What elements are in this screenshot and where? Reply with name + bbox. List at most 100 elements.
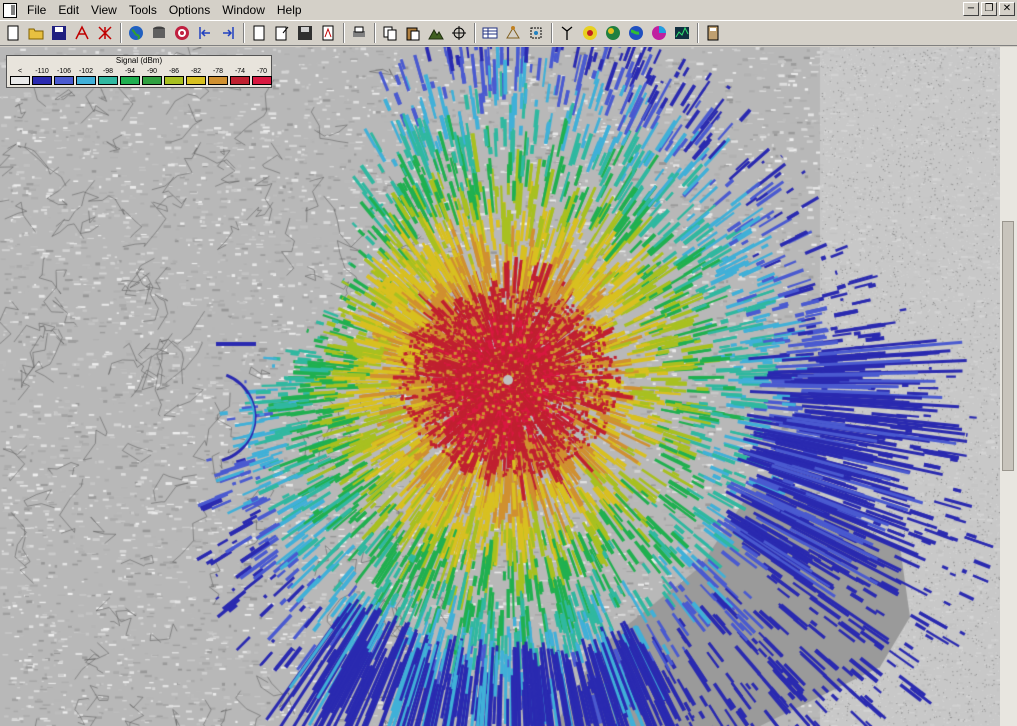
- step-forward-icon: [223, 27, 234, 39]
- table-button[interactable]: [479, 22, 501, 44]
- legend-swatch: [76, 76, 96, 85]
- legend-label: -102: [78, 68, 93, 75]
- coverage-icon: [583, 26, 597, 40]
- legend-label: <: [17, 68, 23, 75]
- spectrum-button[interactable]: [671, 22, 693, 44]
- save-button[interactable]: [48, 22, 70, 44]
- network-button[interactable]: [502, 22, 524, 44]
- pie-button[interactable]: [648, 22, 670, 44]
- legend-label: -86: [168, 68, 180, 75]
- legend-swatch: [186, 76, 206, 85]
- step-back-icon: [199, 27, 210, 39]
- draw-path-button[interactable]: [71, 22, 93, 44]
- legend-entry: -82: [185, 67, 207, 85]
- toolbar-separator: [374, 23, 376, 43]
- legend-swatch: [32, 76, 52, 85]
- legend-entry: -86: [163, 67, 185, 85]
- toolbar-separator: [120, 23, 122, 43]
- copy-button[interactable]: [379, 22, 401, 44]
- legend-label: -106: [56, 68, 71, 75]
- print-icon: [353, 26, 365, 37]
- table-icon: [482, 27, 498, 39]
- toolbar-separator: [474, 23, 476, 43]
- menu-options[interactable]: Options: [163, 1, 216, 19]
- open-folder-icon: [28, 28, 44, 40]
- page-edit-icon: [275, 26, 289, 41]
- terrain-button[interactable]: [425, 22, 447, 44]
- menu-file[interactable]: File: [21, 1, 52, 19]
- legend-entry: -74: [229, 67, 251, 85]
- database-icon: [153, 26, 165, 38]
- page-icon: [253, 25, 265, 41]
- crosshair-button[interactable]: [448, 22, 470, 44]
- terrain-icon: [428, 29, 444, 40]
- globe-green-button[interactable]: [602, 22, 624, 44]
- legend-entry: -102: [75, 67, 97, 85]
- menu-help[interactable]: Help: [271, 1, 308, 19]
- page-edit-button[interactable]: [271, 22, 293, 44]
- database-button[interactable]: [148, 22, 170, 44]
- toolbar: [0, 20, 1017, 46]
- pdf-button[interactable]: [317, 22, 339, 44]
- save-icon: [52, 26, 66, 40]
- document-icon[interactable]: [3, 2, 17, 18]
- paste-button[interactable]: [402, 22, 424, 44]
- legend-row: < -110 -106 -102 -98 -94 -90 -86 -82 -78 -74 -70: [9, 67, 273, 85]
- toolbar-separator: [343, 23, 345, 43]
- pdf-icon: [322, 25, 334, 41]
- calculator-button[interactable]: [702, 22, 724, 44]
- legend-label: -70: [256, 68, 268, 75]
- step-forward-button[interactable]: [217, 22, 239, 44]
- map-view[interactable]: [0, 47, 1017, 726]
- calculator-icon: [707, 25, 719, 41]
- legend-entry: -78: [207, 67, 229, 85]
- antenna-button[interactable]: [556, 22, 578, 44]
- coverage-button[interactable]: [579, 22, 601, 44]
- globe-green-icon: [606, 26, 620, 40]
- scrollbar-thumb[interactable]: [1002, 221, 1014, 471]
- legend-label: -78: [212, 68, 224, 75]
- legend-swatch: [98, 76, 118, 85]
- close-button[interactable]: ✕: [999, 2, 1015, 16]
- coverage-map[interactable]: [0, 47, 1000, 726]
- zoom-extents-button[interactable]: [525, 22, 547, 44]
- minimize-button[interactable]: −: [963, 2, 979, 16]
- open-folder-button[interactable]: [25, 22, 47, 44]
- step-back-button[interactable]: [194, 22, 216, 44]
- vertical-scrollbar[interactable]: [1000, 47, 1017, 726]
- legend-swatch: [10, 76, 30, 85]
- menu-items: File Edit View Tools Options Window Help: [21, 1, 308, 19]
- legend-entry: -110: [31, 67, 53, 85]
- menu-view[interactable]: View: [85, 1, 123, 19]
- toolbar-separator: [697, 23, 699, 43]
- print-button[interactable]: [348, 22, 370, 44]
- target-button[interactable]: [171, 22, 193, 44]
- menu-window[interactable]: Window: [216, 1, 271, 19]
- legend-entry: -98: [97, 67, 119, 85]
- menu-tools[interactable]: Tools: [123, 1, 163, 19]
- network-icon: [506, 26, 520, 39]
- legend-label: -74: [234, 68, 246, 75]
- paste-icon: [406, 27, 420, 41]
- erase-path-button[interactable]: [94, 22, 116, 44]
- globe-button[interactable]: [125, 22, 147, 44]
- legend-entry: -94: [119, 67, 141, 85]
- legend-label: -98: [102, 68, 114, 75]
- legend-entry: -70: [251, 67, 273, 85]
- menu-bar: File Edit View Tools Options Window Help − ❐ ✕: [0, 0, 1017, 20]
- disk-button[interactable]: [294, 22, 316, 44]
- restore-button[interactable]: ❐: [981, 2, 997, 16]
- antenna-icon: [561, 26, 573, 40]
- page-button[interactable]: [248, 22, 270, 44]
- copy-icon: [383, 26, 397, 41]
- new-file-icon: [7, 25, 19, 41]
- legend-title: Signal (dBm): [115, 56, 163, 65]
- toolbar-separator: [243, 23, 245, 43]
- globe-region-button[interactable]: [625, 22, 647, 44]
- legend-swatch: [252, 76, 272, 85]
- menu-edit[interactable]: Edit: [52, 1, 85, 19]
- legend-label: -90: [146, 68, 158, 75]
- signal-legend: Signal (dBm) < -110 -106 -102 -98 -94 -90 -86 -8…: [6, 55, 272, 88]
- new-file-button[interactable]: [2, 22, 24, 44]
- target-icon: [175, 26, 189, 40]
